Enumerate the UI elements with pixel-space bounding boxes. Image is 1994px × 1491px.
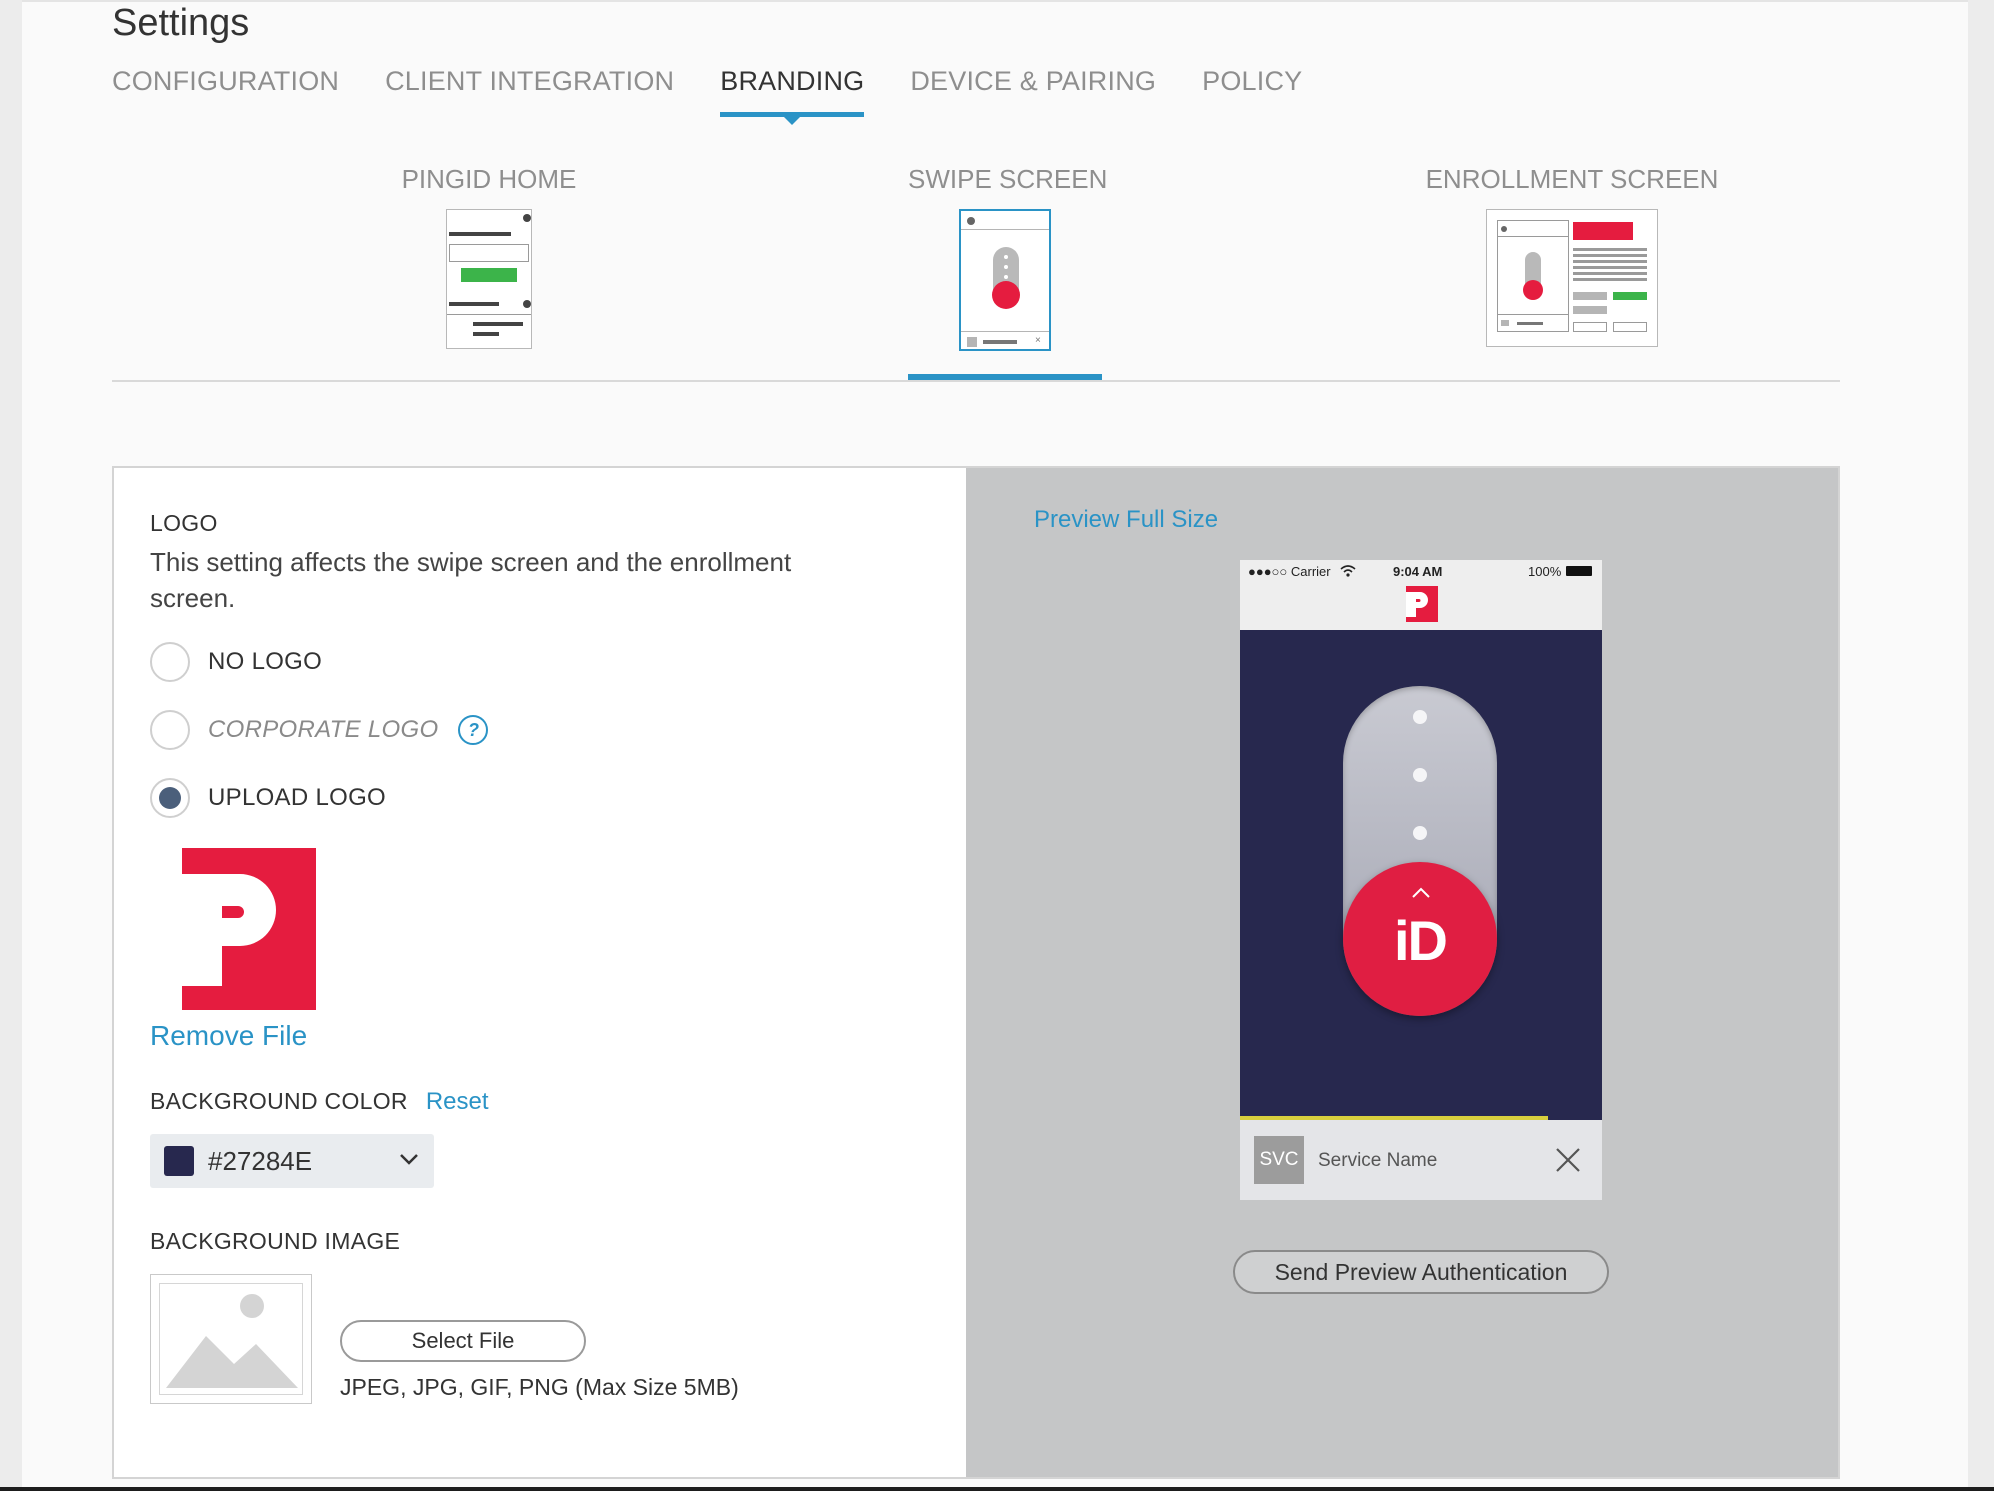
send-preview-authentication-button[interactable]: Send Preview Authentication <box>1233 1250 1609 1294</box>
background-image-label: BACKGROUND IMAGE <box>150 1228 401 1254</box>
subtab-label: PINGID HOME <box>401 164 577 194</box>
phone-preview: ●●●○○ Carrier 9:04 AM 100% iD SVC Servic… <box>1240 560 1602 1200</box>
radio-no-logo[interactable]: NO LOGO <box>150 642 322 682</box>
wifi-icon <box>1340 564 1356 582</box>
subtab-pingid-home[interactable]: PINGID HOME <box>389 164 589 349</box>
logo-section-label: LOGO <box>150 510 218 536</box>
radio-corporate-logo[interactable]: CORPORATE LOGO ? <box>150 710 489 750</box>
preview-full-size-link[interactable]: Preview Full Size <box>1034 506 1218 534</box>
window-right-edge <box>1968 0 1994 1491</box>
slider-dot <box>1413 768 1427 782</box>
radio-label: NO LOGO <box>208 648 323 675</box>
select-file-button[interactable]: Select File <box>340 1320 586 1362</box>
preview-column: Preview Full Size ●●●○○ Carrier 9:04 AM … <box>966 468 1838 1477</box>
phone-logo <box>1406 586 1438 622</box>
logo-description: This setting affects the swipe screen an… <box>150 547 792 613</box>
carrier-text: ●●●○○ Carrier <box>1248 564 1331 579</box>
time-text: 9:04 AM <box>1393 564 1443 579</box>
battery-icon <box>1566 566 1592 576</box>
subtab-label: SWIPE SCREEN <box>908 164 1108 194</box>
window-bottom-edge <box>0 1487 1994 1491</box>
slider-dot <box>1413 826 1427 840</box>
pingid-home-thumbnail <box>446 209 532 349</box>
tab-branding[interactable]: BRANDING <box>720 66 865 125</box>
reset-link[interactable]: Reset <box>426 1088 489 1116</box>
color-value: #27284E <box>208 1145 313 1176</box>
uploaded-logo-preview <box>182 848 316 1010</box>
knob-text: iD <box>1394 909 1448 972</box>
radio-button[interactable] <box>150 642 190 682</box>
phone-service-footer: SVC Service Name <box>1240 1120 1602 1200</box>
svc-badge: SVC <box>1254 1136 1304 1184</box>
subtab-enrollment-screen[interactable]: ENROLLMENT SCREEN <box>1402 164 1742 347</box>
page-title: Settings <box>112 2 250 44</box>
image-placeholder-icon <box>150 1274 312 1404</box>
chevron-down-icon <box>396 1146 422 1177</box>
window-left-edge <box>0 0 22 1491</box>
subtab-swipe-screen[interactable]: SWIPE SCREEN × <box>908 164 1108 381</box>
background-color-header: BACKGROUND COLOR Reset <box>150 1088 489 1116</box>
settings-page: Settings CONFIGURATION CLIENT INTEGRATIO… <box>22 0 1968 1487</box>
tab-client-integration[interactable]: CLIENT INTEGRATION <box>385 66 674 117</box>
settings-tabs: CONFIGURATION CLIENT INTEGRATION BRANDIN… <box>112 66 1348 125</box>
radio-label: CORPORATE LOGO <box>208 716 439 743</box>
radio-button[interactable] <box>150 778 190 818</box>
file-types-hint: JPEG, JPG, GIF, PNG (Max Size 5MB) <box>340 1374 739 1400</box>
remove-file-link[interactable]: Remove File <box>150 1020 307 1052</box>
background-color-select[interactable]: #27284E <box>150 1134 434 1188</box>
phone-status-bar: ●●●○○ Carrier 9:04 AM 100% <box>1240 560 1602 630</box>
radio-upload-logo[interactable]: UPLOAD LOGO <box>150 778 386 818</box>
tab-device-pairing[interactable]: DEVICE & PAIRING <box>910 66 1156 117</box>
service-name: Service Name <box>1318 1150 1438 1171</box>
radio-label: UPLOAD LOGO <box>208 784 387 811</box>
swipe-screen-thumbnail: × <box>959 209 1051 351</box>
subtab-label: ENROLLMENT SCREEN <box>1425 164 1719 194</box>
tab-policy[interactable]: POLICY <box>1202 66 1302 117</box>
branding-settings-column: LOGO This setting affects the swipe scre… <box>114 468 966 1477</box>
help-icon[interactable]: ? <box>458 715 489 745</box>
swipe-slider-knob[interactable]: iD <box>1343 862 1497 1016</box>
color-swatch <box>164 1146 194 1176</box>
enrollment-screen-thumbnail <box>1486 209 1658 347</box>
background-color-label: BACKGROUND COLOR <box>150 1088 408 1114</box>
close-icon[interactable] <box>1554 1146 1582 1179</box>
branding-panel: LOGO This setting affects the swipe scre… <box>112 466 1840 1479</box>
battery-text: 100% <box>1528 564 1562 579</box>
slider-dot <box>1413 710 1427 724</box>
radio-button[interactable] <box>150 710 190 750</box>
tab-configuration[interactable]: CONFIGURATION <box>112 66 339 117</box>
chevron-up-icon <box>1411 886 1431 904</box>
subtabs-divider <box>112 380 1840 382</box>
